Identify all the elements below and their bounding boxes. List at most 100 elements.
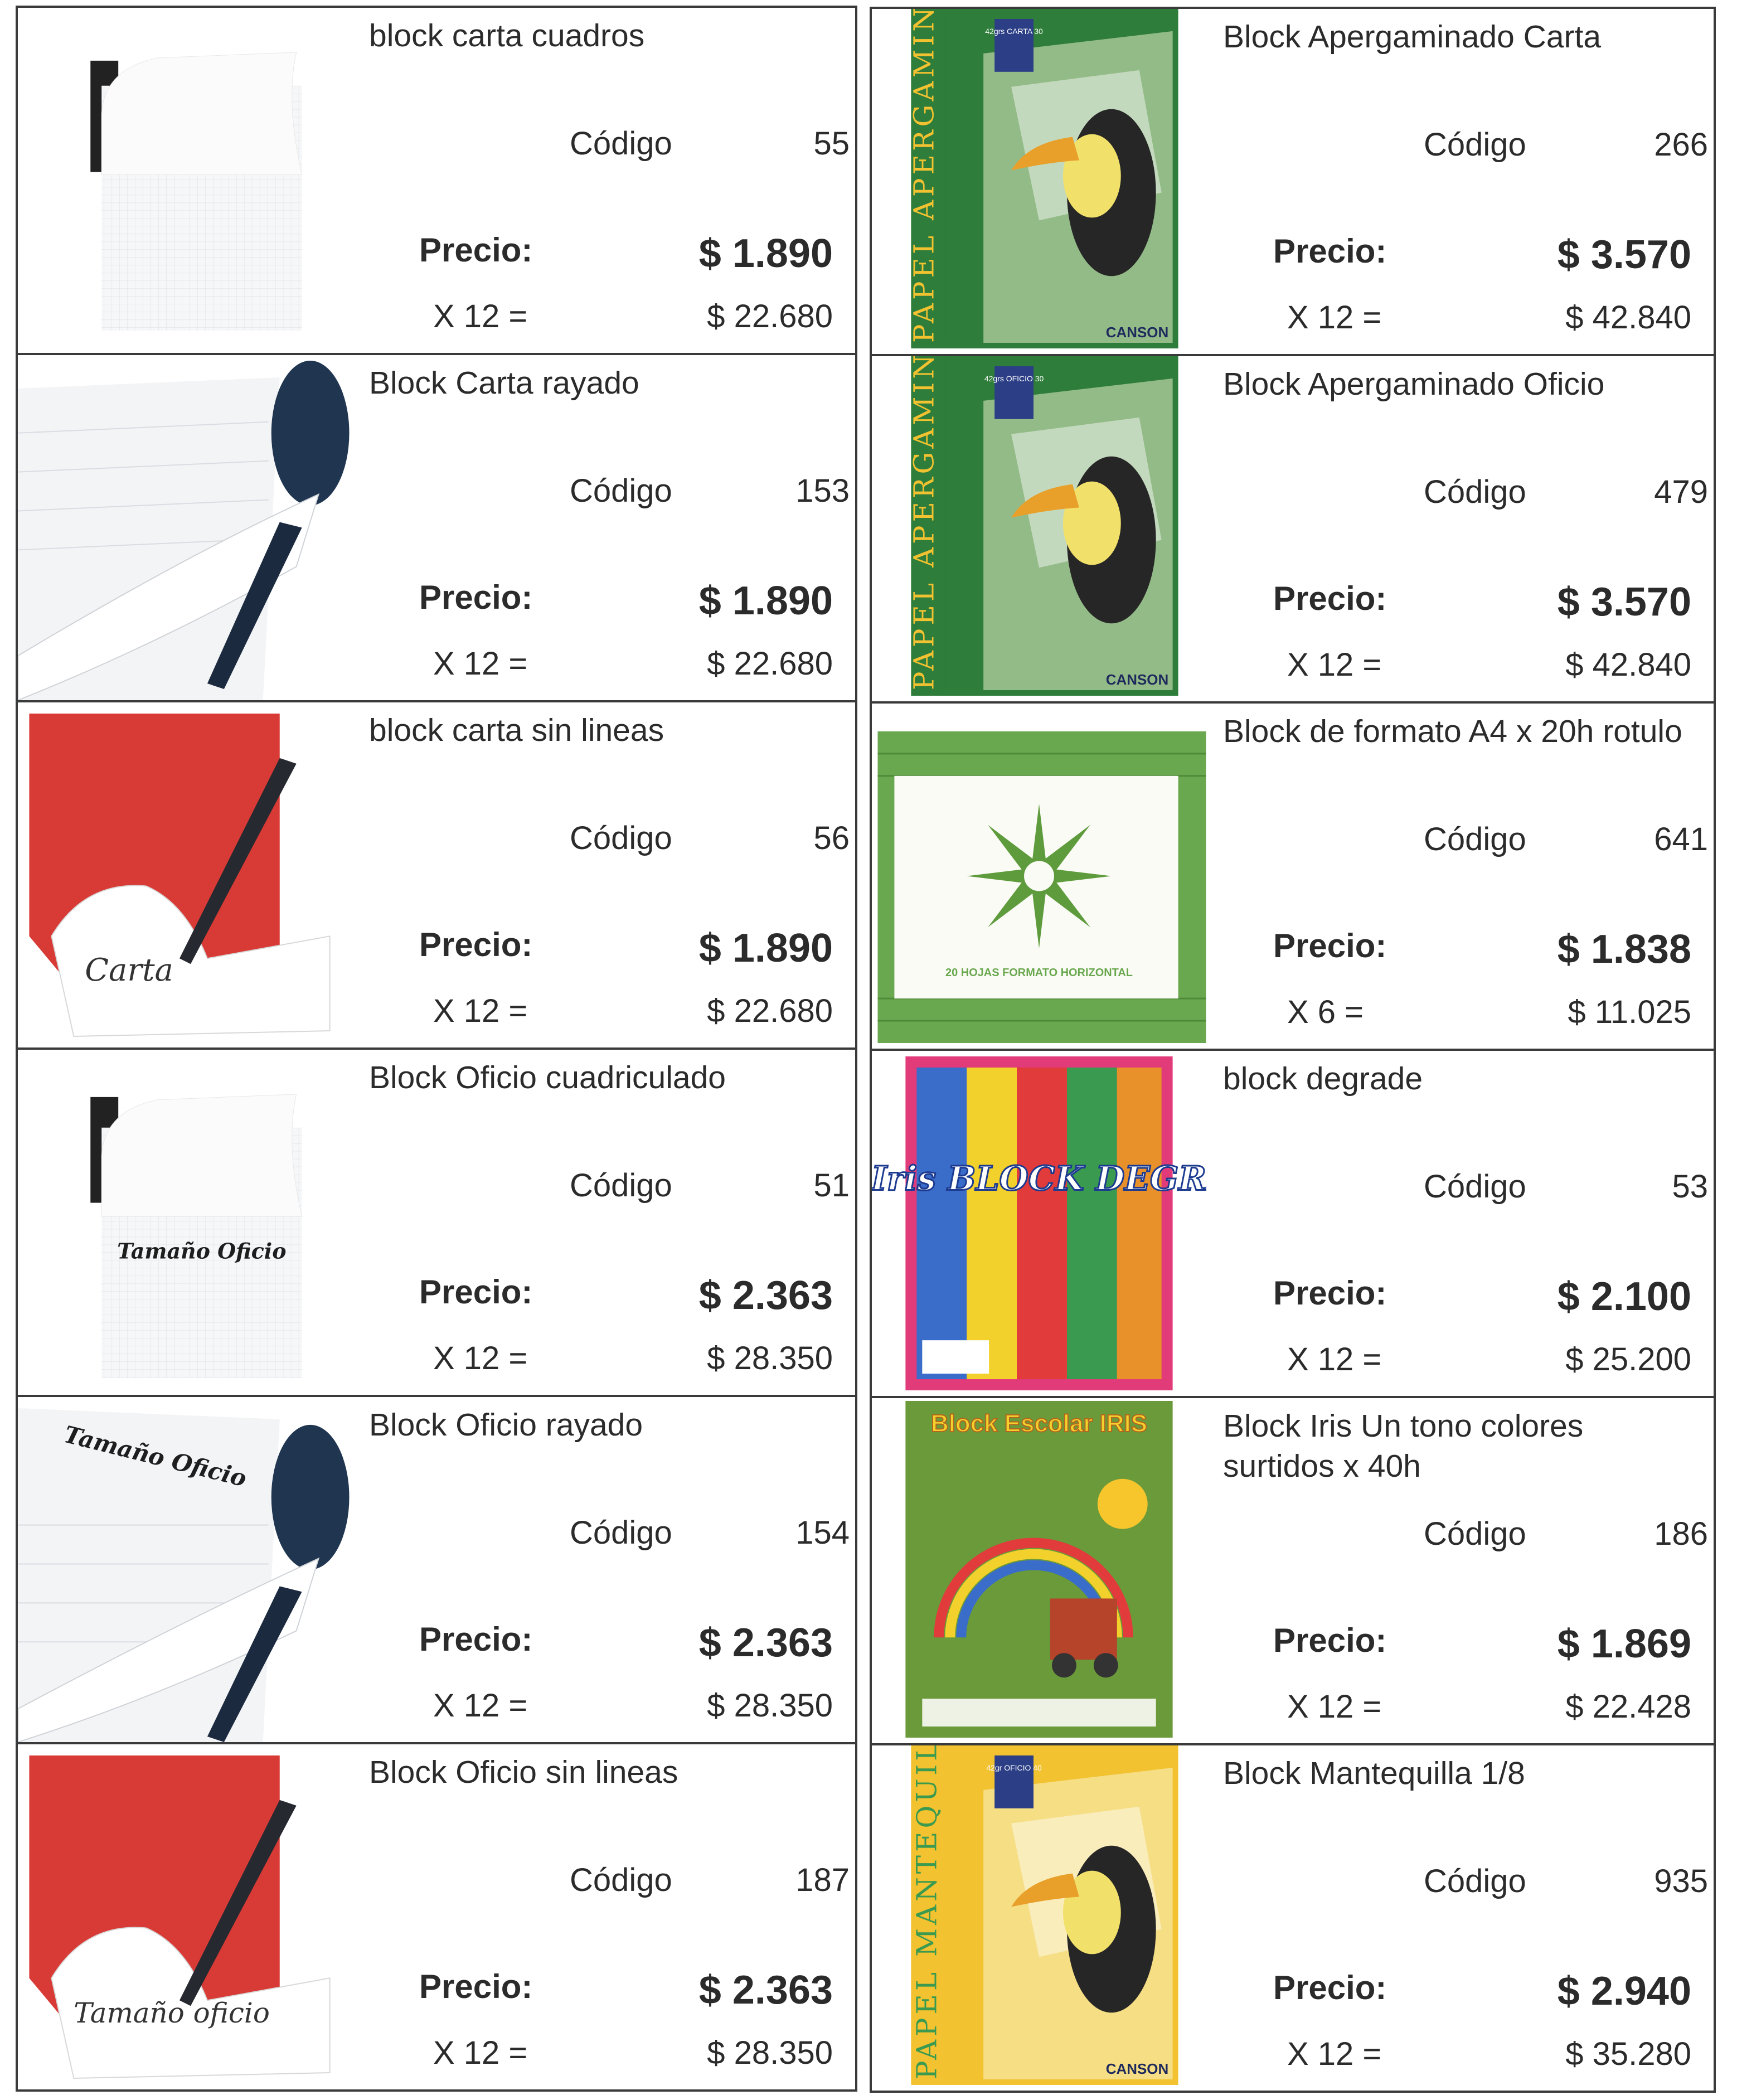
total-price: $ 22.428: [1565, 1689, 1691, 1725]
product-image: 20 HOJAS FORMATO HORIZONTAL: [872, 704, 1206, 1049]
code-label: Código: [570, 125, 672, 162]
code-value: 187: [795, 1862, 850, 1898]
price-value: $ 1.890: [698, 926, 833, 971]
image-caption: Eco Iris BLOCK DEGRADE: [872, 1160, 1206, 1199]
product-card: Tamaño Oficio Block Oficio rayado Código…: [16, 1395, 857, 1744]
brand-logo: CANSON: [1106, 325, 1168, 341]
code-value: 51: [813, 1167, 850, 1204]
code-label: Código: [570, 1515, 672, 1551]
image-caption: PAPEL APERGAMINADO: [908, 356, 940, 690]
image-caption: PAPEL APERGAMINADO: [908, 9, 940, 343]
product-title: Block de formato A4 x 20h rotulo: [1223, 714, 1682, 749]
brand-logo: CANSON: [1106, 672, 1168, 688]
product-card: Carta block carta sin lineas Código 56 P…: [16, 700, 857, 1050]
red-notepad-pen-icon: Tamaño oficio: [29, 1755, 331, 2079]
price-label: Precio:: [419, 1968, 533, 2005]
multiplier-label: X 12 =: [433, 2035, 528, 2071]
multiplier-label: X 12 =: [433, 646, 528, 682]
badge-text: 42gr OFICIO 40: [986, 1763, 1042, 1772]
canson-toucan-icon: 42gr OFICIO 40 PAPEL MANTEQUILLA CANSON: [910, 1745, 1178, 2086]
product-card: 20 HOJAS FORMATO HORIZONTAL Block de for…: [870, 701, 1716, 1051]
price-value: $ 2.363: [698, 1968, 833, 2012]
lined-notepad-icon: [18, 360, 350, 700]
product-card: Tamaño Oficio Block Oficio cuadriculado …: [16, 1047, 857, 1397]
code-value: 186: [1654, 1516, 1708, 1552]
price-label: Precio:: [419, 926, 533, 963]
multiplier-label: X 12 =: [433, 993, 528, 1029]
green-sunburst-pad-icon: 20 HOJAS FORMATO HORIZONTAL: [877, 731, 1206, 1044]
multiplier-label: X 6 =: [1287, 994, 1364, 1030]
code-label: Código: [1424, 1863, 1526, 1899]
canson-toucan-icon: 42grs OFICIO 30 PAPEL APERGAMINADO CANSO…: [908, 356, 1178, 696]
grid-notepad-icon: Tamaño Oficio: [90, 1094, 303, 1379]
price-label: Precio:: [419, 231, 533, 269]
product-title: Block Oficio cuadriculado: [369, 1060, 726, 1095]
product-card: Eco Iris BLOCK DEGRADE block degrade Cód…: [870, 1049, 1716, 1398]
product-title: Block Iris Un tono colores surtidos x 40…: [1223, 1408, 1584, 1484]
image-caption: 20 HOJAS FORMATO HORIZONTAL: [945, 967, 1133, 979]
product-title: block carta cuadros: [369, 18, 645, 54]
total-price: $ 42.840: [1565, 647, 1691, 683]
total-price: $ 25.200: [1565, 1341, 1691, 1378]
price-label: Precio:: [1273, 927, 1387, 964]
badge-text: 42grs OFICIO 30: [984, 374, 1044, 383]
price-label: Precio:: [419, 1621, 533, 1658]
product-title: Block Oficio sin lineas: [369, 1754, 678, 1790]
product-title: Block Apergaminado Oficio: [1223, 366, 1605, 402]
total-price: $ 22.680: [707, 646, 833, 682]
total-price: $ 35.280: [1565, 2036, 1691, 2072]
product-image: 42gr OFICIO 40 PAPEL MANTEQUILLA CANSON: [872, 1745, 1206, 2091]
price-value: $ 2.940: [1557, 1969, 1691, 2014]
badge-text: 42grs CARTA 30: [985, 27, 1043, 36]
price-label: Precio:: [1273, 232, 1387, 270]
image-caption: Tamaño Oficio: [117, 1238, 286, 1263]
product-card: Block Carta rayado Código 153 Precio: $ …: [16, 353, 857, 702]
price-value: $ 1.890: [698, 231, 833, 276]
code-value: 641: [1654, 821, 1708, 857]
multiplier-label: X 12 =: [1287, 647, 1382, 683]
code-value: 153: [795, 473, 850, 509]
code-value: 56: [813, 820, 850, 856]
code-label: Código: [1424, 474, 1526, 510]
image-caption: PAPEL MANTEQUILLA: [910, 1745, 943, 2079]
product-image: Eco Iris BLOCK DEGRADE: [872, 1051, 1206, 1396]
product-image: [18, 8, 352, 353]
code-value: 53: [1672, 1168, 1708, 1205]
code-label: Código: [570, 473, 672, 509]
total-price: $ 11.025: [1568, 994, 1691, 1030]
code-value: 55: [813, 125, 850, 162]
code-label: Código: [1424, 127, 1526, 163]
price-label: Precio:: [419, 1273, 533, 1311]
price-value: $ 2.363: [698, 1273, 833, 1318]
image-caption: Carta: [85, 952, 173, 988]
product-title: block degrade: [1223, 1061, 1423, 1097]
product-image: Tamaño oficio: [18, 1744, 352, 2089]
product-image: Tamaño Oficio: [18, 1050, 352, 1395]
code-value: 266: [1654, 127, 1708, 163]
price-label: Precio:: [1273, 1622, 1387, 1659]
price-value: $ 3.570: [1557, 232, 1691, 277]
grid-notepad-icon: [90, 52, 303, 331]
multiplier-label: X 12 =: [433, 298, 528, 334]
multiplier-label: X 12 =: [1287, 1689, 1382, 1725]
product-image: Block Escolar IRIS: [872, 1398, 1206, 1743]
code-label: Código: [570, 1862, 672, 1898]
image-caption: Tamaño oficio: [74, 1997, 270, 2029]
total-price: $ 28.350: [707, 1687, 833, 1724]
price-value: $ 1.838: [1557, 927, 1691, 972]
total-price: $ 42.840: [1565, 299, 1691, 336]
code-value: 154: [795, 1515, 850, 1551]
multiplier-label: X 12 =: [1287, 1341, 1382, 1378]
total-price: $ 28.350: [707, 1340, 833, 1376]
product-card: block carta cuadros Código 55 Precio: $ …: [16, 6, 857, 355]
product-image: 42grs CARTA 30 PAPEL APERGAMINADO CANSON: [872, 9, 1206, 354]
price-value: $ 2.363: [698, 1621, 833, 1665]
block-escolar-iris-icon: Block Escolar IRIS: [905, 1400, 1173, 1738]
product-image: Tamaño Oficio: [18, 1397, 352, 1742]
product-title: Block Oficio rayado: [369, 1407, 643, 1443]
multiplier-label: X 12 =: [1287, 299, 1382, 336]
product-title: Block Apergaminado Carta: [1223, 19, 1602, 55]
total-price: $ 22.680: [707, 993, 833, 1029]
product-card: 42grs CARTA 30 PAPEL APERGAMINADO CANSON…: [870, 7, 1716, 356]
product-image: 42grs OFICIO 30 PAPEL APERGAMINADO CANSO…: [872, 356, 1206, 701]
